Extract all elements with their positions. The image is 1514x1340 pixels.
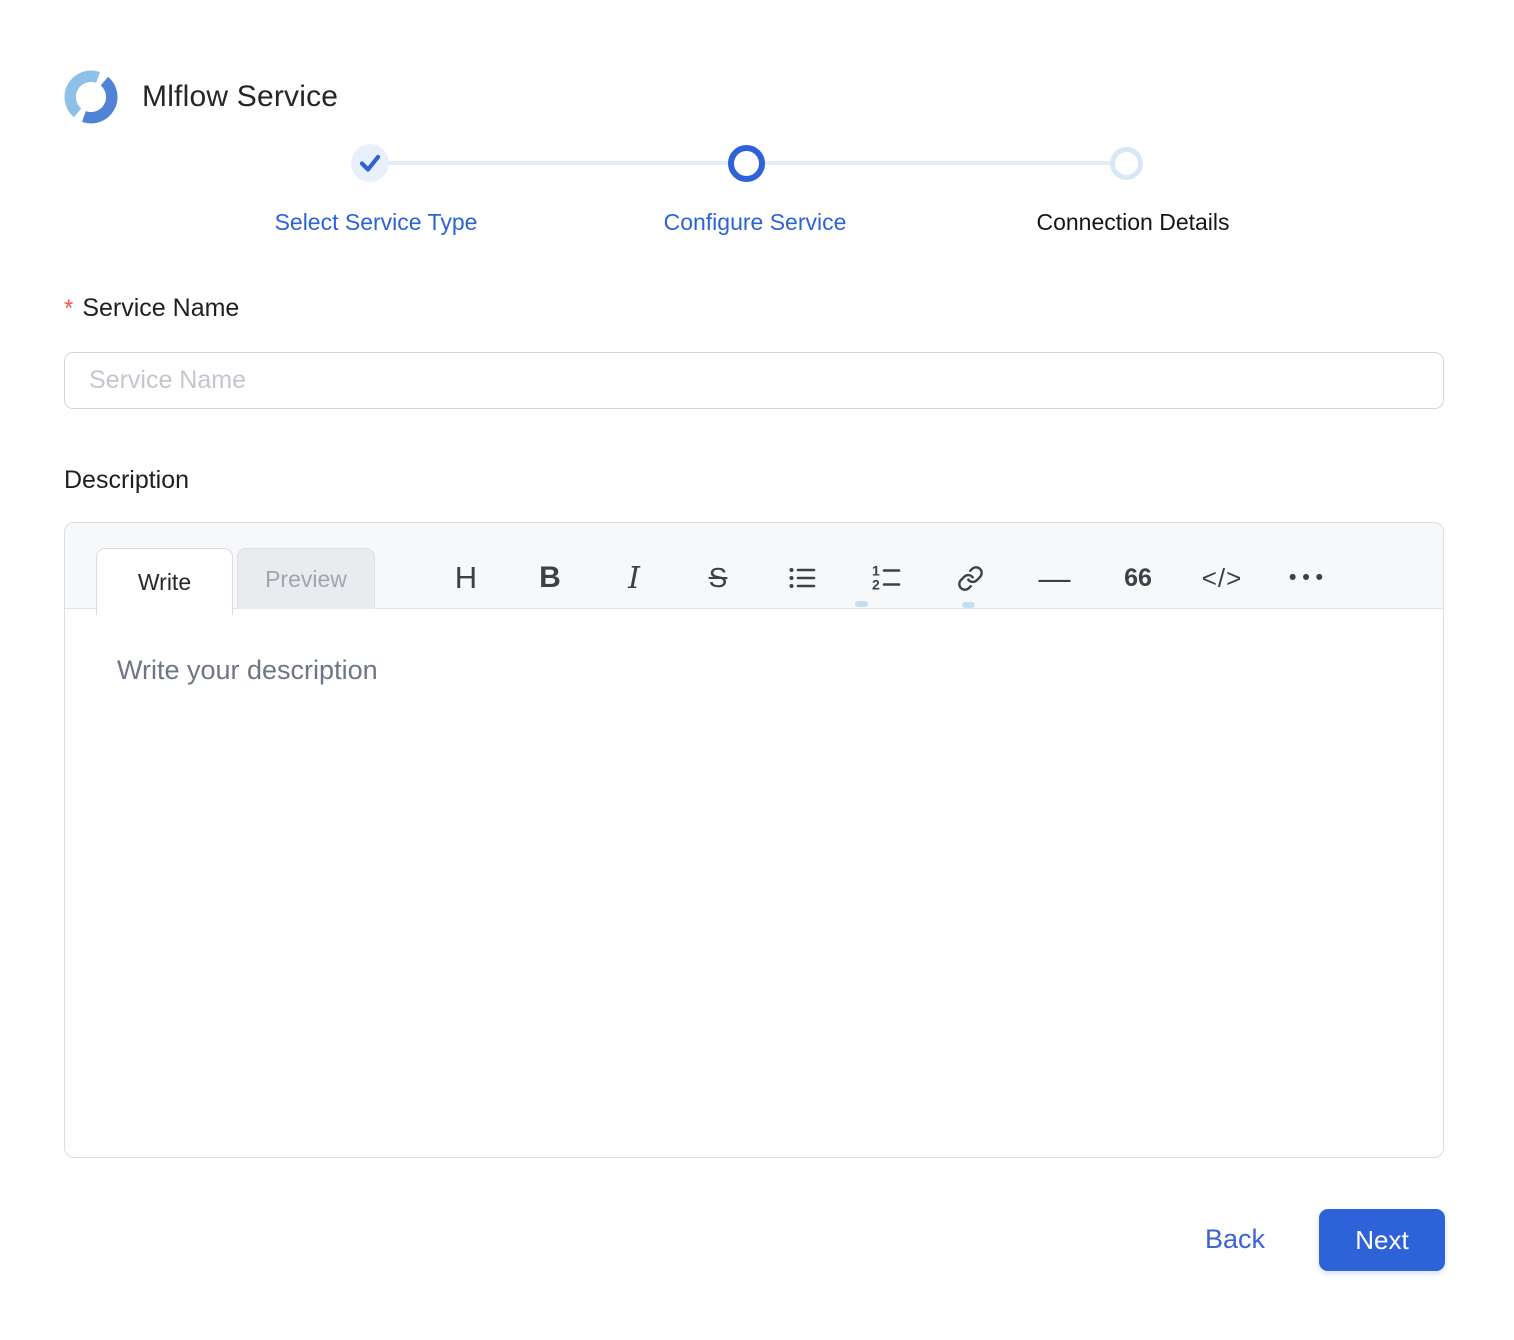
- next-button[interactable]: Next: [1319, 1209, 1445, 1271]
- stepper-connector: [762, 161, 1111, 165]
- tab-write-label: Write: [138, 569, 191, 596]
- step-label-select-service-type[interactable]: Select Service Type: [246, 209, 506, 236]
- description-textarea[interactable]: [65, 609, 1443, 1157]
- mlflow-sync-logo-icon: [64, 70, 118, 124]
- toolbar-hint-mark: [855, 601, 868, 607]
- page-title: Mlflow Service: [142, 80, 338, 114]
- svg-text:2: 2: [872, 577, 880, 593]
- tab-preview[interactable]: Preview: [237, 548, 375, 609]
- code-icon[interactable]: </>: [1205, 547, 1239, 609]
- description-editor: Preview Write H B I S: [64, 522, 1444, 1158]
- required-asterisk: *: [64, 295, 73, 322]
- description-label: Description: [64, 466, 189, 495]
- unordered-list-icon[interactable]: [785, 547, 819, 609]
- step-label-connection-details[interactable]: Connection Details: [1003, 209, 1263, 236]
- back-button[interactable]: Back: [1178, 1223, 1292, 1256]
- editor-write-area: [65, 609, 1443, 1157]
- service-name-label: * Service Name: [64, 294, 239, 323]
- bold-icon[interactable]: B: [533, 547, 567, 609]
- step-upcoming-circle-icon[interactable]: [1110, 147, 1143, 180]
- link-icon[interactable]: [953, 547, 987, 609]
- ordered-list-icon[interactable]: 1 2: [869, 547, 903, 609]
- toolbar-hint-mark: [962, 602, 975, 608]
- tab-preview-label: Preview: [265, 566, 347, 593]
- service-name-input[interactable]: [64, 352, 1444, 409]
- quote-icon[interactable]: 66: [1121, 547, 1155, 609]
- stepper-connector: [386, 161, 730, 165]
- editor-toolbar: H B I S: [449, 547, 1323, 609]
- heading-icon[interactable]: H: [449, 547, 483, 609]
- tab-write[interactable]: Write: [96, 548, 233, 615]
- step-label-configure-service[interactable]: Configure Service: [625, 209, 885, 236]
- more-icon[interactable]: •••: [1289, 547, 1323, 609]
- step-completed-check-icon[interactable]: [351, 144, 389, 182]
- italic-icon[interactable]: I: [617, 547, 651, 609]
- strikethrough-icon[interactable]: S: [701, 547, 735, 609]
- configure-service-page: Mlflow Service Select Service Type Confi…: [0, 0, 1514, 1340]
- step-active-circle-icon[interactable]: [728, 145, 765, 182]
- service-name-label-text: Service Name: [82, 294, 239, 322]
- horizontal-rule-icon[interactable]: —: [1037, 547, 1071, 609]
